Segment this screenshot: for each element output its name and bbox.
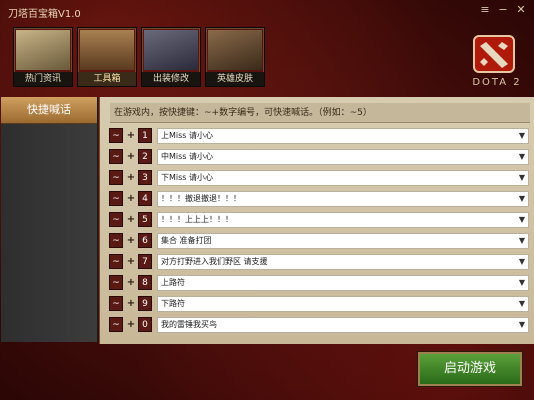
list-item: ~ + 4 ！！！撤退撤退！！！ ▼: [109, 191, 530, 207]
nav-label: 英雄皮肤: [206, 72, 264, 86]
plus-sign: +: [126, 277, 136, 288]
number-key: 3: [138, 170, 152, 185]
number-key: 7: [138, 254, 152, 269]
phrase-select[interactable]: 上路符 ▼: [157, 275, 529, 291]
chevron-down-icon[interactable]: ▼: [519, 255, 525, 269]
tilde-key: ~: [109, 233, 123, 248]
tilde-key: ~: [109, 317, 123, 332]
nav-label: 热门资讯: [14, 72, 72, 86]
phrase-select[interactable]: ！！！上上上！！！ ▼: [157, 212, 529, 228]
number-key: 9: [138, 296, 152, 311]
list-item: ~ + 7 对方打野进入我们野区 请支援 ▼: [109, 254, 530, 270]
plus-sign: +: [126, 298, 136, 309]
phrase-select[interactable]: 下路符 ▼: [157, 296, 529, 312]
close-icon[interactable]: ✕: [514, 3, 528, 17]
tilde-key: ~: [109, 128, 123, 143]
scroll-icon: [16, 30, 70, 70]
phrase-value: ！！！上上上！！！: [161, 215, 233, 224]
phrase-value: 上Miss 请小心: [161, 131, 214, 140]
chevron-down-icon[interactable]: ▼: [519, 213, 525, 227]
sidebar-item-quick-chat[interactable]: 快捷喊话: [1, 97, 97, 124]
tilde-key: ~: [109, 170, 123, 185]
plus-sign: +: [126, 193, 136, 204]
crossed-swords-icon: [144, 30, 198, 70]
list-item: ~ + 2 中Miss 请小心 ▼: [109, 149, 530, 165]
nav-hot-news[interactable]: 热门资讯: [13, 27, 73, 87]
phrase-select[interactable]: 我的雷锤我买鸟 ▼: [157, 317, 529, 333]
list-item: ~ + 5 ！！！上上上！！！ ▼: [109, 212, 530, 228]
number-key: 4: [138, 191, 152, 206]
list-item: ~ + 9 下路符 ▼: [109, 296, 530, 312]
minimize-icon[interactable]: −: [496, 3, 510, 17]
tilde-key: ~: [109, 212, 123, 227]
list-item: ~ + 1 上Miss 请小心 ▼: [109, 128, 530, 144]
phrase-select[interactable]: 中Miss 请小心 ▼: [157, 149, 529, 165]
tilde-key: ~: [109, 149, 123, 164]
plus-sign: +: [126, 214, 136, 225]
menu-icon[interactable]: ≡: [478, 3, 492, 17]
plus-sign: +: [126, 235, 136, 246]
phrase-select[interactable]: 下Miss 请小心 ▼: [157, 170, 529, 186]
phrase-select[interactable]: 上Miss 请小心 ▼: [157, 128, 529, 144]
chevron-down-icon[interactable]: ▼: [519, 318, 525, 332]
start-game-button[interactable]: 启动游戏: [418, 352, 522, 386]
instruction-text: 在游戏内，按快捷键：~+数字编号，可快速喊话。（例如：~5）: [110, 103, 530, 123]
chevron-down-icon[interactable]: ▼: [519, 297, 525, 311]
phrase-select[interactable]: 集合 准备打团 ▼: [157, 233, 529, 249]
brand-text: DOTA 2: [472, 77, 522, 88]
nav-label: 出装修改: [142, 72, 200, 86]
phrase-value: 上路符: [161, 278, 185, 287]
sidebar: 快捷喊话: [1, 97, 98, 342]
phrase-value: 下路符: [161, 299, 185, 308]
list-item: ~ + 3 下Miss 请小心 ▼: [109, 170, 530, 186]
window-title: 刀塔百宝箱V1.0: [8, 9, 81, 20]
phrase-value: ！！！撤退撤退！！！: [161, 194, 241, 203]
number-key: 8: [138, 275, 152, 290]
nav-item-build[interactable]: 出装修改: [141, 27, 201, 87]
chevron-down-icon[interactable]: ▼: [519, 234, 525, 248]
plus-sign: +: [126, 319, 136, 330]
list-item: ~ + 6 集合 准备打团 ▼: [109, 233, 530, 249]
number-key: 2: [138, 149, 152, 164]
chevron-down-icon[interactable]: ▼: [519, 129, 525, 143]
number-key: 6: [138, 233, 152, 248]
nav-label: 工具箱: [78, 72, 136, 86]
chevron-down-icon[interactable]: ▼: [519, 150, 525, 164]
plus-sign: +: [126, 151, 136, 162]
chevron-down-icon[interactable]: ▼: [519, 192, 525, 206]
list-item: ~ + 0 我的雷锤我买鸟 ▼: [109, 317, 530, 333]
nav-toolbox[interactable]: 工具箱: [77, 27, 137, 87]
plus-sign: +: [126, 130, 136, 141]
phrase-value: 下Miss 请小心: [161, 173, 214, 182]
title-bar: 刀塔百宝箱V1.0 ≡ − ✕: [0, 0, 534, 22]
tilde-key: ~: [109, 296, 123, 311]
phrase-select[interactable]: 对方打野进入我们野区 请支援 ▼: [157, 254, 529, 270]
number-key: 1: [138, 128, 152, 143]
phrase-select[interactable]: ！！！撤退撤退！！！ ▼: [157, 191, 529, 207]
tilde-key: ~: [109, 191, 123, 206]
nav-hero-skins[interactable]: 英雄皮肤: [205, 27, 265, 87]
plus-sign: +: [126, 256, 136, 267]
phrase-value: 集合 准备打团: [161, 236, 212, 245]
number-key: 0: [138, 317, 152, 332]
gear-icon: [80, 30, 134, 70]
tilde-key: ~: [109, 275, 123, 290]
phrase-value: 我的雷锤我买鸟: [161, 320, 217, 329]
phrase-value: 对方打野进入我们野区 请支援: [161, 257, 268, 266]
chevron-down-icon[interactable]: ▼: [519, 276, 525, 290]
list-item: ~ + 8 上路符 ▼: [109, 275, 530, 291]
plus-sign: +: [126, 172, 136, 183]
tilde-key: ~: [109, 254, 123, 269]
chevron-down-icon[interactable]: ▼: [519, 171, 525, 185]
number-key: 5: [138, 212, 152, 227]
armor-icon: [208, 30, 262, 70]
dota-logo: [473, 35, 515, 73]
phrase-value: 中Miss 请小心: [161, 152, 214, 161]
